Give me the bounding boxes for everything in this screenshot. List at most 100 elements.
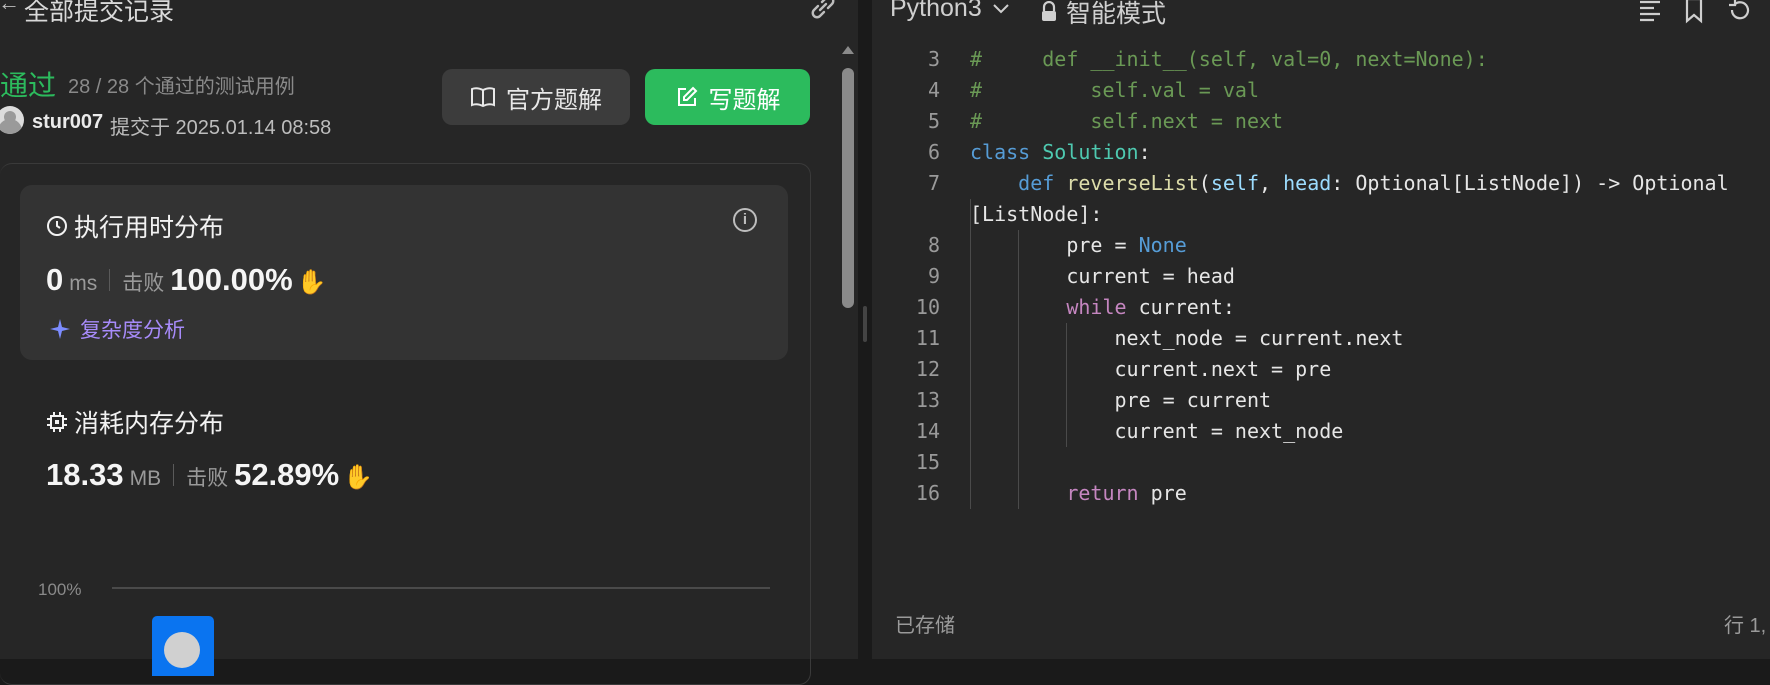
chip-icon <box>47 412 67 432</box>
code-token: return <box>1066 481 1139 505</box>
code-text: # def __init__(self, val=0, next=None): <box>970 44 1488 75</box>
test-cases-text: 28 / 28 个通过的测试用例 <box>68 76 295 98</box>
code-token: current: <box>1126 295 1235 319</box>
official-solution-label: 官方题解 <box>506 86 602 114</box>
runtime-beat-label: 击败 <box>122 272 165 295</box>
memory-unit: MB <box>129 467 162 490</box>
line-number: 12 <box>915 357 940 381</box>
runtime-title: 执行用时分布 <box>46 208 224 244</box>
resize-handle[interactable] <box>863 306 867 342</box>
line-number: 4 <box>927 78 940 102</box>
code-text: return pre <box>970 478 1187 509</box>
code-text: pre = None <box>970 230 1187 261</box>
submitted-time: 提交于 2025.01.14 08:58 <box>110 117 332 139</box>
code-token: ( <box>1198 171 1211 195</box>
scroll-up-icon[interactable] <box>842 46 854 54</box>
code-text: current = head <box>970 261 1235 292</box>
code-token: [ListNode]: <box>970 202 1103 226</box>
edit-icon <box>677 86 697 106</box>
code-token: : Optional[ListNode]) -> Optional <box>1331 171 1729 195</box>
code-token: # self.next = next <box>970 109 1284 133</box>
line-number: 8 <box>927 233 940 257</box>
save-status: 已存储 <box>895 615 955 637</box>
divider <box>109 269 111 291</box>
code-text: [ListNode]: <box>970 199 1102 230</box>
runtime-metric: 0 ms 击败 100.00% ✋ <box>46 262 327 298</box>
code-text: class Solution: <box>970 137 1151 168</box>
clap-icon: ✋ <box>296 269 327 296</box>
divider <box>173 464 175 486</box>
memory-beat-label: 击败 <box>186 467 229 490</box>
line-number: 6 <box>927 140 940 164</box>
code-token: : <box>1138 140 1151 164</box>
code-token: pre <box>1138 481 1187 505</box>
chart-avatar <box>164 632 200 668</box>
code-token: Solution <box>1042 140 1139 164</box>
complexity-analysis-link[interactable]: 复杂度分析 <box>48 314 185 344</box>
line-number: 7 <box>927 171 940 195</box>
link-icon[interactable] <box>808 0 838 20</box>
code-token: reverseList <box>1066 171 1199 195</box>
memory-title: 消耗内存分布 <box>46 404 224 440</box>
chart-y-tick: 100% <box>38 580 82 599</box>
code-token: # def __init__(self, val=0, next=None): <box>970 47 1488 71</box>
mode-toggle[interactable]: 智能模式 <box>1040 0 1166 30</box>
language-select[interactable]: Python3 <box>890 0 1010 23</box>
clap-icon: ✋ <box>343 464 374 491</box>
memory-title-label: 消耗内存分布 <box>74 410 225 438</box>
line-number: 9 <box>927 264 940 288</box>
code-text: current = next_node <box>970 416 1343 447</box>
code-token: self <box>1210 171 1260 195</box>
write-solution-button[interactable]: 写题解 <box>645 69 810 125</box>
chevron-down-icon <box>993 3 1009 13</box>
code-token: # self.val = val <box>970 78 1259 102</box>
line-number: 5 <box>927 109 940 133</box>
back-arrow-icon[interactable]: ← <box>0 0 20 16</box>
write-solution-label: 写题解 <box>708 86 781 114</box>
line-number: 16 <box>915 481 940 505</box>
runtime-value: 0 <box>46 262 64 297</box>
page-title[interactable]: 全部提交记录 <box>24 0 174 28</box>
status-badge: 通过 <box>0 70 57 101</box>
book-icon <box>471 87 495 108</box>
memory-metric: 18.33 MB 击败 52.89% ✋ <box>46 457 373 493</box>
code-token: head <box>1283 171 1332 195</box>
indent-guide <box>970 199 971 509</box>
code-token: current = head <box>970 264 1235 288</box>
code-text: pre = current <box>970 385 1271 416</box>
line-number: 10 <box>915 295 940 319</box>
info-icon[interactable]: i <box>733 208 757 232</box>
indent-guide <box>1018 230 1019 509</box>
language-label: Python3 <box>890 0 982 22</box>
sparkle-icon <box>50 319 70 339</box>
code-text: next_node = current.next <box>970 323 1403 354</box>
cursor-position: 行 1, <box>1724 615 1767 637</box>
memory-value: 18.33 <box>46 457 124 492</box>
format-icon[interactable] <box>1636 0 1664 24</box>
mode-label: 智能模式 <box>1066 0 1167 28</box>
lock-icon <box>1042 1 1056 21</box>
bookmark-icon[interactable] <box>1680 0 1708 24</box>
code-text: # self.next = next <box>970 106 1283 137</box>
chart-gridline <box>112 587 770 589</box>
username[interactable]: stur007 <box>32 111 103 134</box>
line-number: 11 <box>915 326 940 350</box>
official-solution-button[interactable]: 官方题解 <box>442 69 630 125</box>
code-token: pre = <box>970 233 1139 257</box>
code-text: while current: <box>970 292 1235 323</box>
line-number: 14 <box>915 419 940 443</box>
code-token: current.next = pre <box>970 357 1332 381</box>
complexity-analysis-label: 复杂度分析 <box>80 319 185 342</box>
line-number: 3 <box>927 47 940 71</box>
code-text: # self.val = val <box>970 75 1259 106</box>
line-number: 15 <box>915 450 940 474</box>
runtime-title-label: 执行用时分布 <box>74 214 225 242</box>
scrollbar-thumb[interactable] <box>842 68 854 308</box>
line-number: 13 <box>915 388 940 412</box>
code-token: None <box>1138 233 1187 257</box>
clock-icon <box>47 216 67 236</box>
code-token: while <box>1066 295 1127 319</box>
code-text: def reverseList(self, head: Optional[Lis… <box>970 168 1729 199</box>
reset-icon[interactable] <box>1726 0 1754 24</box>
code-token: , <box>1259 171 1284 195</box>
